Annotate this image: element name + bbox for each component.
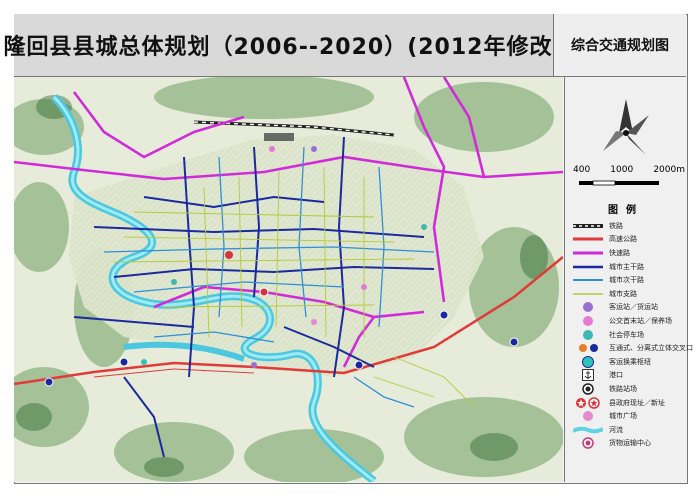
- arterial-line-icon: [571, 261, 605, 273]
- map-subtitle: 综合交通规划图: [571, 38, 669, 54]
- legend-item: 快速路: [565, 246, 687, 260]
- freight-center-icon: [571, 437, 605, 450]
- plaza-poi-icon: [571, 410, 605, 422]
- legend-label: 快速路: [609, 248, 630, 257]
- bus-terminal-poi-icon: [571, 315, 605, 327]
- page-title: 隆回县县城总体规划（2006--2020）(2012年修改): [3, 35, 564, 60]
- legend-item: 高速公路: [565, 233, 687, 247]
- legend-item: 河流: [565, 423, 687, 437]
- river-icon: [571, 424, 605, 436]
- legend-label: 货物运输中心: [609, 439, 651, 448]
- secondary-road-line-icon: [571, 274, 605, 286]
- scale-labels: 400 1000 2000m: [573, 165, 685, 175]
- legend-label: 铁路: [609, 221, 623, 230]
- legend-label: 城市广场: [609, 412, 637, 421]
- legend-title: 图例: [608, 205, 644, 216]
- rail-station-icon: [571, 383, 605, 395]
- legend-item: 互通式、分离式立体交叉口: [565, 341, 693, 355]
- legend: 图例 铁路 高速公路 快速路 城市主干路 城市次干路 城市支路 客运站／货运站: [565, 195, 693, 451]
- legend-item: 铁路站场: [565, 382, 687, 396]
- parking-poi-icon: [571, 329, 605, 341]
- legend-item: 城市广场: [565, 409, 687, 423]
- legend-label: 公交首末站／保养场: [609, 316, 672, 325]
- branch-road-line-icon: [571, 288, 605, 300]
- legend-panel: 400 1000 2000m 图例 铁路 高速公路 快速路 城市主干路 城市次干…: [564, 77, 693, 482]
- legend-label: 高速公路: [609, 235, 637, 244]
- expressway-line-icon: [571, 233, 605, 245]
- port-icon: [571, 369, 605, 382]
- station-poi-icon: [571, 301, 605, 313]
- legend-label: 互通式、分离式立体交叉口: [609, 344, 693, 353]
- legend-item: 铁路: [565, 219, 687, 233]
- legend-item: 港口: [565, 369, 687, 383]
- scale-tick: 1000: [610, 165, 634, 175]
- legend-item: 县政府现址／新址: [565, 396, 687, 410]
- legend-item: 城市主干路: [565, 260, 687, 274]
- title-bar: 隆回县县城总体规划（2006--2020）(2012年修改): [3, 14, 563, 77]
- railway-line-icon: [571, 220, 605, 232]
- map-canvas[interactable]: [14, 77, 563, 482]
- legend-item: 客运站／货运站: [565, 301, 687, 315]
- legend-label: 县政府现址／新址: [609, 398, 665, 407]
- legend-label: 港口: [609, 371, 623, 380]
- map-svg: [14, 77, 563, 482]
- fast-road-line-icon: [571, 247, 605, 259]
- legend-label: 河流: [609, 425, 623, 434]
- transfer-hub-poi-icon: [571, 355, 605, 368]
- scale-tick: 400: [573, 165, 591, 175]
- legend-label: 客运站／货运站: [609, 303, 658, 312]
- legend-item: 城市支路: [565, 287, 687, 301]
- legend-label: 客运换乘枢纽: [609, 357, 651, 366]
- legend-label: 城市主干路: [609, 262, 644, 271]
- north-arrow-icon: [603, 99, 649, 155]
- legend-item: 社会停车场: [565, 328, 687, 342]
- scale-tick: 2000m: [653, 165, 685, 175]
- legend-label: 铁路站场: [609, 384, 637, 393]
- interchange-poi-icon: [571, 342, 605, 354]
- legend-item: 客运换乘枢纽: [565, 355, 687, 369]
- legend-item: 城市次干路: [565, 273, 687, 287]
- legend-item: 货物运输中心: [565, 437, 687, 451]
- subtitle-bar: 综合交通规划图: [554, 14, 686, 77]
- legend-label: 城市支路: [609, 289, 637, 298]
- legend-label: 城市次干路: [609, 276, 644, 285]
- legend-item: 公交首末站／保养场: [565, 314, 687, 328]
- legend-label: 社会停车场: [609, 330, 644, 339]
- government-icon: [571, 396, 605, 409]
